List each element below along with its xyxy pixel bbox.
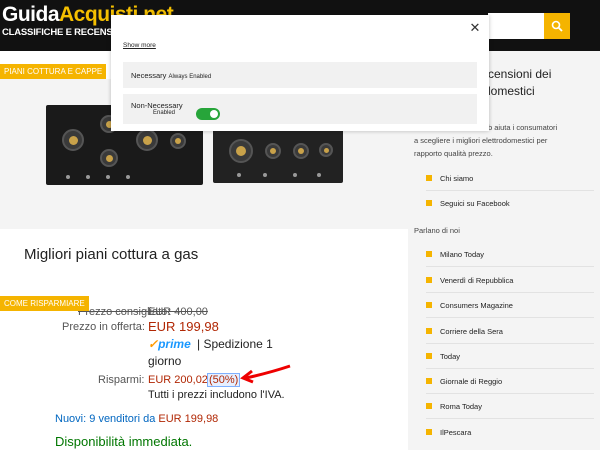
savings-value: EUR 200,02	[148, 374, 208, 386]
offer-price-value: EUR 199,98	[148, 319, 219, 334]
search-icon	[551, 20, 563, 32]
availability-text: Disponibilità immediata.	[55, 434, 193, 449]
new-sellers[interactable]: Nuovi: 9 venditori da EUR 199,98	[55, 413, 218, 425]
non-necessary-state: Enabled	[153, 110, 176, 116]
divider	[426, 266, 594, 267]
savings-percent: (50%)	[207, 373, 241, 387]
consent-row-non-necessary[interactable]: Non-Necessary Enabled	[123, 94, 477, 124]
category-tag[interactable]: PIANI COTTURA E CAPPE	[0, 64, 107, 79]
press-item-milano-today[interactable]: Milano Today	[426, 242, 594, 266]
press-item-today[interactable]: Today	[426, 344, 594, 368]
close-icon[interactable]: ✕	[468, 21, 482, 35]
search-input[interactable]	[488, 13, 544, 39]
non-necessary-label: Non-Necessary	[131, 101, 183, 110]
savings-tag[interactable]: COME RISPARMIARE	[0, 296, 89, 311]
suggested-price-value: EUR 400,00	[148, 306, 208, 318]
necessary-state: Always Enabled	[168, 74, 212, 80]
sidebar-link-chi-siamo[interactable]: Chi siamo	[426, 166, 594, 190]
non-necessary-toggle[interactable]	[196, 108, 220, 120]
sidebar-link-facebook[interactable]: Seguici su Facebook	[426, 191, 594, 215]
press-item-corriere[interactable]: Corriere della Sera	[426, 319, 594, 343]
divider	[426, 317, 594, 318]
divider	[426, 418, 594, 419]
press-item-roma-today[interactable]: Roma Today	[426, 394, 594, 418]
press-item-ilpescara[interactable]: IlPescara	[426, 420, 594, 444]
sidebar-heading-line2: lomestici	[488, 84, 535, 98]
price-screenshot: Prezzo consigliato: EUR 400,00 Prezzo in…	[0, 296, 408, 450]
offer-price-label: Prezzo in offerta:	[62, 321, 145, 333]
article-title[interactable]: Migliori piani cottura a gas	[24, 246, 198, 263]
savings-label: Risparmi:	[98, 374, 145, 386]
gas-hob-image-2[interactable]	[213, 123, 343, 183]
sidebar-heading-line1: censioni dei	[488, 67, 552, 81]
sidebar-intro-3: rapporto qualità prezzo.	[414, 149, 493, 158]
shipping-text-2: giorno	[148, 354, 182, 368]
cookie-consent-modal: ✕ Show more Necessary Always Enabled Non…	[111, 15, 489, 131]
sidebar-intro-2: a scegliere i migliori elettrodomestici …	[414, 136, 548, 145]
press-item-giornale-reggio[interactable]: Giornale di Reggio	[426, 369, 594, 393]
necessary-label: Necessary	[131, 71, 167, 80]
shipping-text: | Spedizione 1	[197, 337, 273, 351]
page: GuidaAcquisti.net CLASSIFICHE E RECENSIO…	[0, 0, 600, 450]
show-more-link[interactable]: Show more	[123, 42, 156, 49]
consent-row-necessary[interactable]: Necessary Always Enabled	[123, 62, 477, 88]
vat-note: Tutti i prezzi includono l'IVA.	[148, 389, 285, 401]
press-item-consumers[interactable]: Consumers Magazine	[426, 293, 594, 317]
prime-badge: ✓prime	[148, 337, 191, 351]
press-heading: Parlano di noi	[414, 226, 460, 235]
search-button[interactable]	[544, 13, 570, 39]
press-item-venerdi[interactable]: Venerdì di Repubblica	[426, 268, 594, 292]
sidebar-intro-1: b aiuta i consumatori	[488, 123, 558, 132]
logo-text-guida: Guida	[2, 3, 60, 26]
red-arrow-annotation	[240, 364, 291, 384]
